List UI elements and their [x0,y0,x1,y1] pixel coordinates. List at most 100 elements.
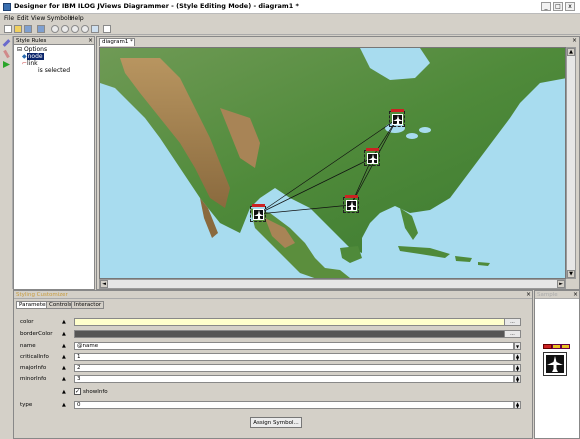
plane-icon [393,115,403,125]
airport-node[interactable] [389,109,405,127]
close-icon[interactable]: × [88,37,93,44]
customizer-title: Styling Customizer [14,291,532,299]
plane-icon [368,154,378,164]
param-label: majorInfo [20,365,47,371]
maximize-button[interactable]: □ [553,2,563,11]
stepper-icon[interactable]: ▲ ▼ [514,364,521,372]
menu-symbols[interactable]: Symbols [47,15,72,22]
stepper-icon[interactable]: ▲ ▼ [514,375,521,383]
toolbar [0,23,580,35]
triangle-icon: ▲ [62,354,66,360]
close-button[interactable]: x [565,2,575,11]
open-icon[interactable] [14,25,22,33]
tab-diagram1[interactable]: diagram1 * [99,38,135,46]
tree-label: node [26,53,44,60]
sample-symbol [543,352,567,376]
zoom-in-icon[interactable] [51,25,59,33]
plane-icon [347,201,357,211]
pan-icon[interactable] [103,25,111,33]
mode-strip [0,36,13,289]
tree-item-node[interactable]: ◆node [22,53,44,60]
param-row-showinfo: ▲ ✓ showInfo [14,387,534,397]
minorinfo-field[interactable]: 3 [74,375,514,383]
style-rules-title: Style Rules [14,37,94,45]
showinfo-checkbox[interactable]: ✓ [74,388,81,395]
grid-icon[interactable] [91,25,99,33]
close-icon[interactable]: × [572,37,577,44]
scroll-down-icon[interactable]: ▼ [567,270,575,278]
param-label: criticalInfo [20,354,49,360]
type-field[interactable]: 0 [74,401,514,409]
param-row-minorinfo: minorInfo ▲ 3 ▲ ▼ [14,374,534,384]
tree-item-is-selected[interactable]: is selected [38,67,70,74]
node-icon: ◆ [22,53,27,60]
zoom-reset-icon[interactable] [81,25,89,33]
title-bar: Designer for IBM ILOG JViews Diagrammer … [0,0,580,14]
window-title: Designer for IBM ILOG JViews Diagrammer … [14,2,299,10]
airport-node[interactable] [250,204,266,222]
tab-interactor[interactable]: Interactor [71,301,105,309]
style-rules-panel: Style Rules × ⊟ Options ◆node ⌐link is s… [13,36,95,290]
name-field[interactable]: @name [74,342,514,350]
menu-file[interactable]: File [4,15,14,22]
color-picker-button[interactable]: ... [504,318,521,326]
tree-item-options[interactable]: ⊟ Options [17,46,47,53]
menu-edit[interactable]: Edit [17,15,29,22]
dropdown-icon[interactable]: ▼ [514,342,521,350]
styling-customizer-panel: Styling Customizer × Parameters Controls… [13,290,533,439]
param-label: type [20,402,33,408]
airport-node[interactable] [343,195,359,213]
close-icon[interactable]: × [526,291,531,298]
stepper-icon[interactable]: ▲ ▼ [514,401,521,409]
zoom-fit-icon[interactable] [71,25,79,33]
assign-symbol-button[interactable]: Assign Symbol... [250,417,302,428]
triangle-icon: ▲ [62,331,66,337]
param-label: color [20,319,34,325]
param-label: borderColor [20,331,53,337]
menu-view[interactable]: View [31,15,45,22]
sample-panel: Sample × [534,290,580,439]
scroll-right-icon[interactable]: ► [557,280,565,288]
status-badge [391,109,404,112]
close-icon[interactable]: × [573,291,578,298]
param-row-criticalinfo: criticalInfo ▲ 1 ▲ ▼ [14,352,534,362]
horizontal-scrollbar[interactable]: ◄ ► [99,279,566,289]
triangle-icon: ▲ [62,365,66,371]
param-row-majorinfo: majorInfo ▲ 2 ▲ ▼ [14,363,534,373]
run-mode-icon[interactable] [3,61,10,68]
tree-label: is selected [38,67,71,74]
showinfo-label: showInfo [83,389,108,395]
stepper-icon[interactable]: ▲ ▼ [514,353,521,361]
select-mode-icon[interactable] [2,39,11,47]
status-badge [345,195,358,198]
minimize-button[interactable]: _ [541,2,551,11]
plane-icon [547,356,563,372]
border-color-picker-button[interactable]: ... [504,330,521,338]
param-label: minorInfo [20,376,47,382]
plane-icon [254,210,264,220]
minor-badge [561,344,570,349]
tree-item-link[interactable]: ⌐link [22,60,38,67]
criticalinfo-field[interactable]: 1 [74,353,514,361]
scroll-up-icon[interactable]: ▲ [567,48,575,56]
save-all-icon[interactable] [37,25,45,33]
vertical-scrollbar[interactable]: ▲ ▼ [566,47,576,279]
majorinfo-field[interactable]: 2 [74,364,514,372]
save-icon[interactable] [24,25,32,33]
critical-badge [543,344,552,349]
new-icon[interactable] [4,25,12,33]
menu-help[interactable]: Help [70,15,84,22]
triangle-icon: ▲ [62,376,66,382]
scroll-left-icon[interactable]: ◄ [100,280,108,288]
param-label: name [20,343,36,349]
color-field[interactable] [74,318,510,326]
zoom-out-icon[interactable] [61,25,69,33]
tree-label: link [27,60,38,67]
diagram-canvas[interactable] [99,47,566,279]
diagram-area: diagram1 * × ▲ ▼ ◄ ► [96,36,580,290]
airport-node[interactable] [364,148,380,166]
edit-mode-icon[interactable] [3,49,10,59]
border-color-field[interactable] [74,330,510,338]
expand-icon[interactable]: ⊟ [17,46,24,53]
param-row-type: type ▲ 0 ▲ ▼ [14,400,534,410]
